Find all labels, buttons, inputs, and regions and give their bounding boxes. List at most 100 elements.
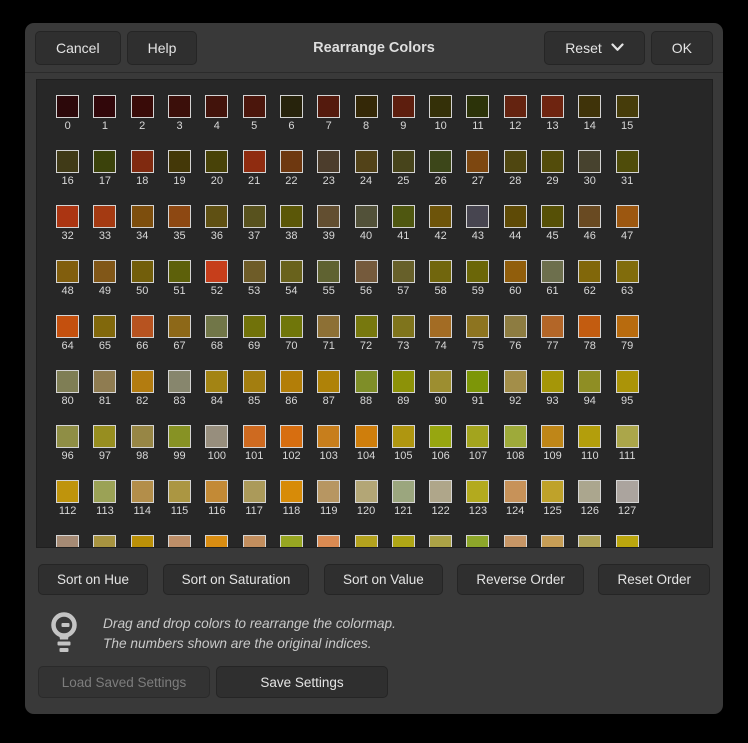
color-swatch-16[interactable] — [56, 150, 79, 173]
color-swatch-140[interactable] — [504, 535, 527, 548]
color-swatch-80[interactable] — [56, 370, 79, 393]
color-swatch-32[interactable] — [56, 205, 79, 228]
color-swatch-19[interactable] — [168, 150, 191, 173]
color-swatch-59[interactable] — [466, 260, 489, 283]
color-swatch-24[interactable] — [355, 150, 378, 173]
color-swatch-82[interactable] — [131, 370, 154, 393]
color-swatch-25[interactable] — [392, 150, 415, 173]
color-swatch-99[interactable] — [168, 425, 191, 448]
color-swatch-26[interactable] — [429, 150, 452, 173]
color-swatch-134[interactable] — [280, 535, 303, 548]
color-swatch-29[interactable] — [541, 150, 564, 173]
color-swatch-120[interactable] — [355, 480, 378, 503]
color-swatch-76[interactable] — [504, 315, 527, 338]
color-swatch-85[interactable] — [243, 370, 266, 393]
color-swatch-68[interactable] — [205, 315, 228, 338]
save-settings-button[interactable]: Save Settings — [216, 666, 388, 698]
color-swatch-63[interactable] — [616, 260, 639, 283]
color-swatch-131[interactable] — [168, 535, 191, 548]
reset-dropdown-button[interactable]: Reset — [544, 31, 645, 65]
color-swatch-66[interactable] — [131, 315, 154, 338]
color-swatch-21[interactable] — [243, 150, 266, 173]
color-swatch-52[interactable] — [205, 260, 228, 283]
color-swatch-126[interactable] — [578, 480, 601, 503]
color-swatch-143[interactable] — [616, 535, 639, 548]
color-swatch-22[interactable] — [280, 150, 303, 173]
color-swatch-65[interactable] — [93, 315, 116, 338]
color-swatch-56[interactable] — [355, 260, 378, 283]
color-swatch-9[interactable] — [392, 95, 415, 118]
sort-on-value-button[interactable]: Sort on Value — [324, 564, 443, 595]
color-swatch-37[interactable] — [243, 205, 266, 228]
color-swatch-28[interactable] — [504, 150, 527, 173]
color-swatch-23[interactable] — [317, 150, 340, 173]
color-swatch-18[interactable] — [131, 150, 154, 173]
color-swatch-53[interactable] — [243, 260, 266, 283]
color-swatch-10[interactable] — [429, 95, 452, 118]
color-swatch-17[interactable] — [93, 150, 116, 173]
color-swatch-113[interactable] — [93, 480, 116, 503]
color-swatch-71[interactable] — [317, 315, 340, 338]
color-swatch-139[interactable] — [466, 535, 489, 548]
color-swatch-42[interactable] — [429, 205, 452, 228]
color-swatch-98[interactable] — [131, 425, 154, 448]
color-swatch-87[interactable] — [317, 370, 340, 393]
color-swatch-130[interactable] — [131, 535, 154, 548]
color-swatch-129[interactable] — [93, 535, 116, 548]
color-swatch-39[interactable] — [317, 205, 340, 228]
color-swatch-14[interactable] — [578, 95, 601, 118]
color-swatch-8[interactable] — [355, 95, 378, 118]
color-swatch-100[interactable] — [205, 425, 228, 448]
color-swatch-81[interactable] — [93, 370, 116, 393]
color-swatch-116[interactable] — [205, 480, 228, 503]
color-swatch-102[interactable] — [280, 425, 303, 448]
color-swatch-89[interactable] — [392, 370, 415, 393]
color-swatch-104[interactable] — [355, 425, 378, 448]
color-swatch-92[interactable] — [504, 370, 527, 393]
color-swatch-30[interactable] — [578, 150, 601, 173]
color-swatch-137[interactable] — [392, 535, 415, 548]
color-swatch-94[interactable] — [578, 370, 601, 393]
color-swatch-106[interactable] — [429, 425, 452, 448]
color-swatch-83[interactable] — [168, 370, 191, 393]
color-swatch-90[interactable] — [429, 370, 452, 393]
color-swatch-112[interactable] — [56, 480, 79, 503]
color-swatch-103[interactable] — [317, 425, 340, 448]
color-swatch-125[interactable] — [541, 480, 564, 503]
color-swatch-12[interactable] — [504, 95, 527, 118]
color-swatch-57[interactable] — [392, 260, 415, 283]
color-swatch-136[interactable] — [355, 535, 378, 548]
color-swatch-7[interactable] — [317, 95, 340, 118]
color-swatch-50[interactable] — [131, 260, 154, 283]
color-swatch-118[interactable] — [280, 480, 303, 503]
color-swatch-69[interactable] — [243, 315, 266, 338]
reverse-order-button[interactable]: Reverse Order — [457, 564, 584, 595]
color-swatch-107[interactable] — [466, 425, 489, 448]
color-swatch-4[interactable] — [205, 95, 228, 118]
color-swatch-58[interactable] — [429, 260, 452, 283]
color-swatch-108[interactable] — [504, 425, 527, 448]
color-swatch-47[interactable] — [616, 205, 639, 228]
color-swatch-91[interactable] — [466, 370, 489, 393]
color-swatch-121[interactable] — [392, 480, 415, 503]
color-swatch-0[interactable] — [56, 95, 79, 118]
load-saved-settings-button[interactable]: Load Saved Settings — [38, 666, 210, 698]
color-swatch-96[interactable] — [56, 425, 79, 448]
color-swatch-138[interactable] — [429, 535, 452, 548]
color-swatch-97[interactable] — [93, 425, 116, 448]
reset-order-button[interactable]: Reset Order — [598, 564, 710, 595]
color-swatch-141[interactable] — [541, 535, 564, 548]
color-swatch-72[interactable] — [355, 315, 378, 338]
color-swatch-35[interactable] — [168, 205, 191, 228]
color-swatch-114[interactable] — [131, 480, 154, 503]
color-swatch-88[interactable] — [355, 370, 378, 393]
color-swatch-49[interactable] — [93, 260, 116, 283]
color-swatch-46[interactable] — [578, 205, 601, 228]
color-swatch-40[interactable] — [355, 205, 378, 228]
color-swatch-86[interactable] — [280, 370, 303, 393]
color-swatch-111[interactable] — [616, 425, 639, 448]
color-swatch-6[interactable] — [280, 95, 303, 118]
color-swatch-36[interactable] — [205, 205, 228, 228]
color-swatch-61[interactable] — [541, 260, 564, 283]
color-swatch-5[interactable] — [243, 95, 266, 118]
